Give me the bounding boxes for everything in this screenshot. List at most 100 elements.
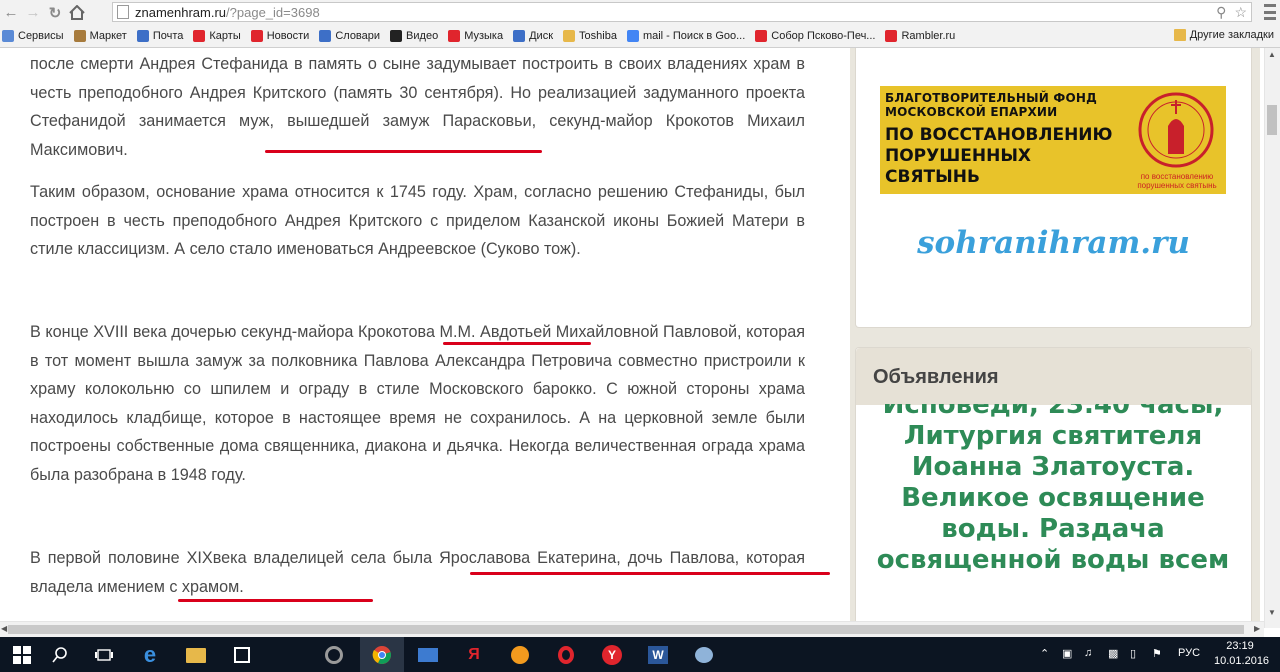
language-indicator[interactable]: РУС: [1178, 647, 1200, 659]
bookmark-item[interactable]: Маркет: [73, 30, 127, 42]
tray-arrow-icon[interactable]: ⌃: [1040, 647, 1049, 660]
bookmark-item[interactable]: Toshiba: [563, 30, 617, 42]
announcements-title: Объявления: [873, 366, 999, 388]
task-view-icon[interactable]: [92, 643, 116, 667]
bookmarks-list: Сервисы Маркет Почта Карты Новости Словари Вид…: [0, 30, 965, 42]
vertical-scroll-thumb[interactable]: [1267, 105, 1277, 135]
mail-icon[interactable]: [416, 643, 440, 667]
other-bookmarks[interactable]: Другие закладки: [1173, 29, 1274, 41]
bookmark-item[interactable]: Новости: [250, 30, 310, 42]
charity-fund-banner[interactable]: Благотворительный фонд московской епархи…: [880, 86, 1226, 194]
tray-monitor-icon[interactable]: ▩: [1108, 647, 1118, 660]
yandex-browser-icon[interactable]: Y: [600, 643, 624, 667]
browser-toolbar: ← → ↻ znamenhram.ru /?page_id=3698 ⚲ ☆: [0, 0, 1280, 25]
bookmark-item[interactable]: Почта: [136, 30, 184, 42]
taskbar-clock[interactable]: 23:19 10.01.2016: [1214, 639, 1270, 669]
scroll-right-icon[interactable]: ▶: [1254, 624, 1260, 633]
bookmark-label: Музыка: [464, 30, 504, 42]
bookmark-label: Сервисы: [18, 30, 64, 42]
market-icon: [73, 30, 86, 42]
vertical-scrollbar[interactable]: [1264, 48, 1280, 628]
bookmark-label: Новости: [266, 30, 310, 42]
home-icon[interactable]: [66, 2, 88, 24]
address-bar[interactable]: znamenhram.ru /?page_id=3698 ⚲ ☆: [112, 2, 1252, 22]
bookmark-item[interactable]: Музыка: [448, 30, 503, 42]
map-pin-icon: [193, 30, 206, 42]
star-icon[interactable]: ☆: [1234, 4, 1247, 21]
bookmark-item[interactable]: Rambler.ru: [885, 30, 955, 42]
zoom-icon[interactable]: ⚲: [1216, 4, 1226, 21]
search-icon[interactable]: [48, 643, 72, 667]
bookmarks-bar: Сервисы Маркет Почта Карты Новости Словари Вид…: [0, 25, 1280, 48]
bookmark-label: Почта: [152, 30, 184, 42]
edge-icon[interactable]: e: [138, 642, 162, 667]
app-circle-icon[interactable]: [322, 643, 346, 667]
folder-icon: [1173, 29, 1186, 41]
article-content: после смерти Андрея Стефанида в память о…: [0, 48, 850, 628]
church-emblem-icon: [1138, 92, 1214, 168]
bookmark-item[interactable]: Собор Псково-Печ...: [755, 30, 875, 42]
google-icon: [626, 30, 639, 42]
forward-icon[interactable]: →: [22, 2, 44, 24]
paragraph-1: после смерти Андрея Стефанида в память о…: [30, 55, 805, 178]
horizontal-scroll-thumb[interactable]: [8, 625, 1244, 634]
yandex-icon[interactable]: Я: [462, 643, 486, 667]
bookmark-item[interactable]: Словари: [319, 30, 380, 42]
apps-grid-icon: [2, 30, 14, 42]
bookmark-label: Собор Псково-Печ...: [771, 30, 876, 42]
tray-network-icon[interactable]: ▣: [1062, 647, 1072, 660]
paragraph-3: В конце XVIII века дочерью секунд-майора…: [30, 323, 805, 484]
bookmark-item[interactable]: Карты: [193, 30, 241, 42]
clock-date: 10.01.2016: [1214, 655, 1270, 667]
dictionary-icon: [319, 30, 332, 42]
news-icon: [250, 30, 263, 42]
banner-line-2: По восстановлению порушенных святынь: [885, 125, 1113, 187]
windows-start-icon[interactable]: [10, 643, 34, 667]
reload-icon[interactable]: ↻: [44, 2, 66, 24]
bookmark-item[interactable]: Сервисы: [2, 30, 64, 42]
highlight-underline: [470, 572, 830, 575]
other-bookmarks-label: Другие закладки: [1189, 29, 1274, 41]
store-icon[interactable]: [230, 643, 254, 667]
paint-icon[interactable]: [692, 643, 716, 667]
bookmark-label: Карты: [209, 30, 241, 42]
tray-flag-icon[interactable]: ⚑: [1152, 647, 1162, 660]
tray-battery-icon[interactable]: ▯: [1130, 647, 1136, 660]
yandex-icon: [755, 30, 768, 42]
clock-time: 23:19: [1226, 640, 1254, 652]
highlight-underline: [178, 599, 373, 602]
bookmark-item[interactable]: Видео: [390, 30, 438, 42]
chrome-icon[interactable]: [370, 643, 394, 667]
opera-icon[interactable]: [554, 643, 578, 667]
bookmark-item[interactable]: Диск: [513, 30, 553, 42]
app-icon[interactable]: [508, 643, 532, 667]
bookmark-label: Rambler.ru: [901, 30, 956, 42]
url-host: znamenhram.ru: [135, 4, 227, 20]
scroll-left-icon[interactable]: ◀: [1, 624, 7, 633]
tray-volume-icon[interactable]: ♫: [1084, 647, 1092, 659]
back-icon[interactable]: ←: [0, 2, 22, 24]
announcement-text: Исповеди, 23.40 часы, Литургия святителя…: [876, 404, 1230, 575]
bookmark-label: Видео: [406, 30, 439, 42]
bookmark-label: Словари: [335, 30, 381, 42]
disk-icon: [513, 30, 526, 42]
file-explorer-icon[interactable]: [184, 643, 208, 667]
page-icon: [117, 5, 129, 19]
sohranihram-link[interactable]: sohranihram.ru: [855, 225, 1252, 261]
bookmark-label: Маркет: [89, 30, 127, 42]
banner-small-text: по восстановлению порушенных святынь: [1137, 172, 1217, 190]
banner-line-1: Благотворительный фонд московской епархи…: [885, 91, 1098, 119]
mail-icon: [136, 30, 149, 42]
bookmark-label: Toshiba: [579, 30, 617, 42]
bookmark-label: Диск: [529, 30, 554, 42]
highlight-underline: [265, 150, 542, 153]
video-icon: [390, 30, 403, 42]
bookmark-item[interactable]: mail - Поиск в Goo...: [626, 30, 746, 42]
word-icon[interactable]: W: [646, 643, 670, 667]
folder-icon: [563, 30, 576, 42]
scroll-up-icon[interactable]: ▲: [1268, 50, 1276, 59]
scroll-down-icon[interactable]: ▼: [1268, 608, 1276, 617]
menu-icon[interactable]: [1264, 4, 1276, 20]
highlight-underline: [443, 342, 591, 345]
bookmark-label: mail - Поиск в Goo...: [642, 30, 746, 42]
